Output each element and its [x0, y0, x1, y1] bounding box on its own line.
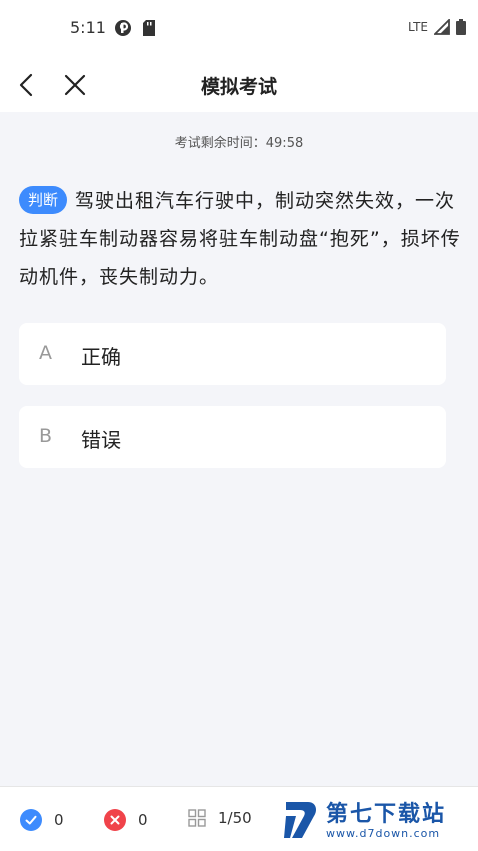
correct-count-value: 0: [54, 811, 64, 829]
watermark-sub: www.d7down.com: [326, 826, 441, 840]
watermark: 第七下载站 www.d7down.com: [282, 798, 446, 844]
check-circle-icon: [20, 809, 42, 831]
progress-value: 1/50: [218, 809, 252, 827]
correct-count[interactable]: 0: [20, 809, 64, 831]
question: 判断 驾驶出租汽车行驶中，制动突然失效，一次拉紧驻车制动器容易将驻车制动盘“抱死”…: [19, 182, 463, 296]
p-circle-icon: [115, 20, 131, 36]
option-a[interactable]: A 正确: [19, 323, 446, 385]
status-left-icons: [114, 19, 156, 37]
wrong-count[interactable]: 0: [104, 809, 148, 831]
page-title: 模拟考试: [200, 76, 277, 98]
grid-icon: [188, 809, 206, 827]
timer-label: 考试剩余时间：: [174, 136, 266, 151]
watermark-main: 第七下载站: [326, 801, 447, 827]
question-text: 驾驶出租汽车行驶中，制动突然失效，一次拉紧驻车制动器容易将驻车制动盘“抱死”，损…: [19, 190, 461, 288]
timer-value: 49:58: [265, 136, 304, 151]
signal-icon: [434, 19, 450, 35]
status-time: 5:11: [70, 18, 106, 37]
watermark-logo: [284, 802, 316, 838]
status-bar: 5:11 LTE: [0, 0, 478, 58]
option-text: 正确: [81, 345, 121, 369]
x-circle-icon: [104, 809, 126, 831]
network-label: LTE: [408, 20, 428, 34]
option-letter: A: [39, 342, 52, 364]
nav-bar: 模拟考试: [0, 58, 478, 112]
question-type-badge: 判断: [19, 186, 68, 214]
battery-icon: [456, 19, 466, 35]
option-b[interactable]: B 错误: [19, 406, 446, 468]
question-grid-button[interactable]: 1/50: [188, 809, 252, 827]
status-right-icons: LTE: [408, 19, 466, 35]
wrong-count-value: 0: [138, 811, 148, 829]
exam-timer: 考试剩余时间：49:58: [0, 132, 478, 151]
sd-card-icon: [143, 20, 155, 36]
option-text: 错误: [81, 428, 121, 452]
option-letter: B: [39, 425, 53, 447]
